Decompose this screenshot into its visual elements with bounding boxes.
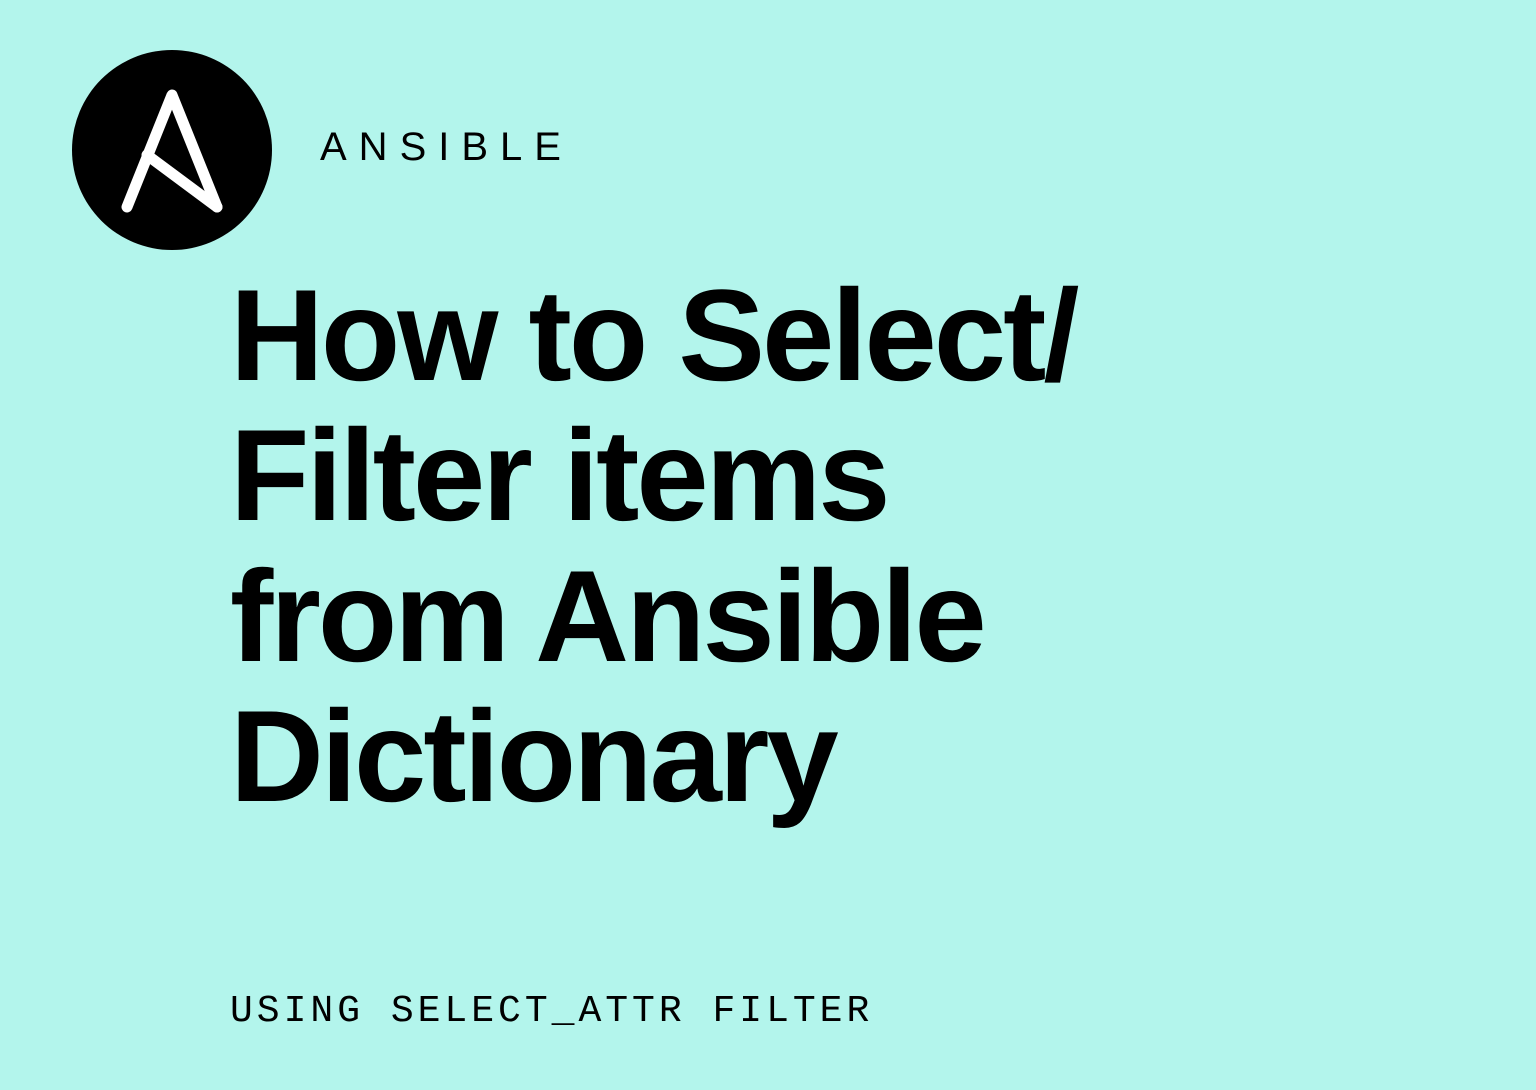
page-subtitle: USING SELECT_ATTR FILTER [230, 990, 873, 1033]
brand-name-text: ANSIBLE [320, 125, 573, 169]
page-subtitle-text: USING SELECT_ATTR FILTER [230, 990, 873, 1033]
ansible-a-icon [117, 85, 227, 215]
page-title: How to Select/ Filter items from Ansible… [230, 265, 1076, 827]
brand-name: ANSIBLE [320, 125, 573, 170]
ansible-logo [72, 50, 272, 250]
page-title-text: How to Select/ Filter items from Ansible… [230, 262, 1076, 829]
